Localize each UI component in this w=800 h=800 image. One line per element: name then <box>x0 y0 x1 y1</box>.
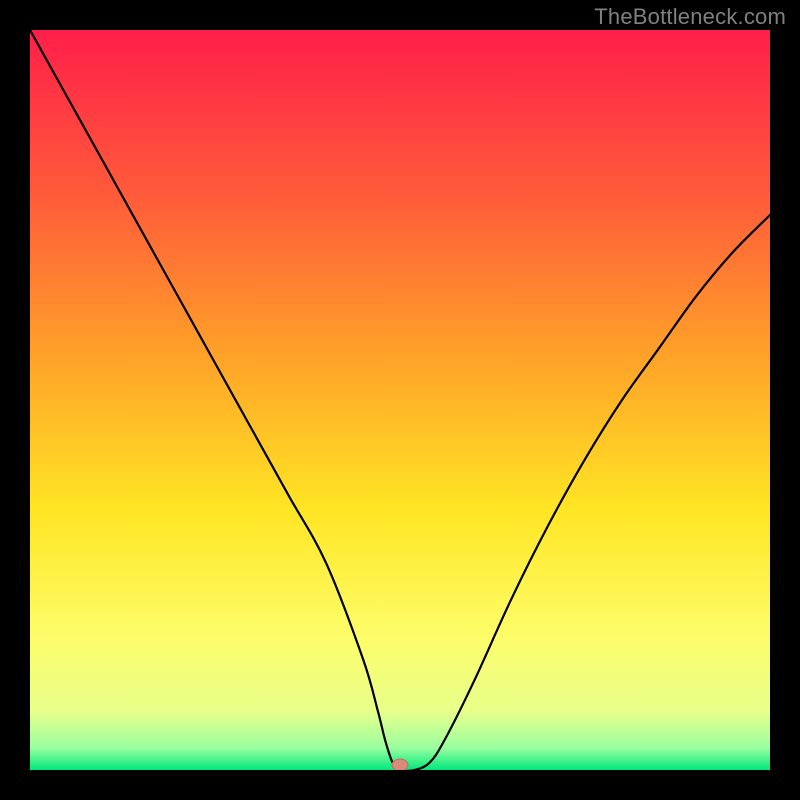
chart-svg <box>30 30 770 770</box>
plot-area <box>30 30 770 770</box>
watermark-text: TheBottleneck.com <box>594 4 786 30</box>
chart-frame: TheBottleneck.com <box>0 0 800 800</box>
optimal-marker <box>392 759 408 770</box>
gradient-background <box>30 30 770 770</box>
